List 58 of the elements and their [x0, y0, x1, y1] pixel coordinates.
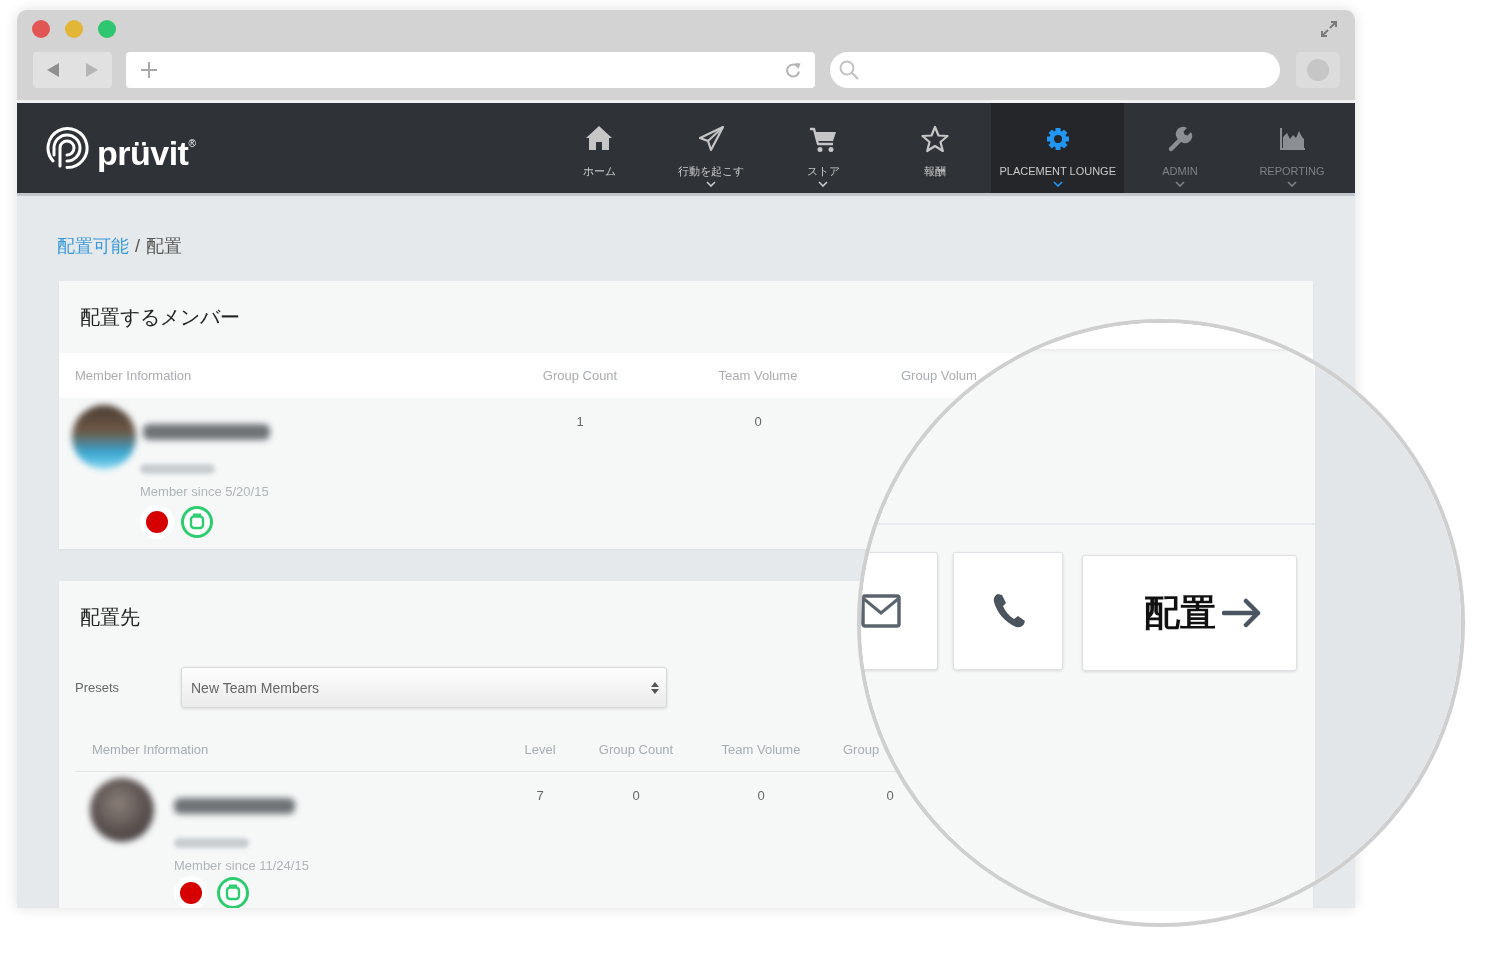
nav-item[interactable]: ストア: [767, 103, 880, 193]
column-header: Group Volum: [900, 368, 978, 383]
status-dot-icon: [140, 505, 174, 539]
column-header: Level: [523, 741, 557, 757]
column-header: Member Information: [74, 368, 193, 383]
window-close-icon[interactable]: [32, 20, 50, 38]
column-header: Team Volume: [717, 368, 799, 383]
member-since-text: Member since 11/24/15: [174, 858, 309, 874]
search-field[interactable]: [830, 52, 1280, 88]
nav-item[interactable]: 報酬: [879, 103, 992, 193]
fullscreen-icon[interactable]: [1320, 20, 1338, 38]
wrench-icon: [1166, 125, 1194, 153]
plus-icon[interactable]: [141, 62, 157, 78]
breadcrumb-current: 配置: [146, 236, 182, 256]
card-title: 配置するメンバー: [80, 305, 240, 330]
table-cell-text: 0: [631, 787, 641, 804]
presets-label: Presets: [75, 680, 121, 695]
place-button[interactable]: 配置: [1082, 555, 1297, 671]
area-chart-icon: [1278, 125, 1306, 153]
address-field[interactable]: [126, 52, 815, 88]
phone-button[interactable]: [953, 552, 1063, 670]
column-header: Team Volume: [720, 741, 802, 757]
back-icon[interactable]: [46, 63, 59, 77]
column-header: Group Count: [541, 368, 619, 383]
window-minimize-icon[interactable]: [65, 20, 83, 38]
column-header: Group Count: [597, 741, 675, 757]
home-icon: [585, 125, 614, 153]
column-header: Member Information: [91, 741, 210, 757]
arrow-right-icon: [1221, 597, 1262, 629]
table-cell-text: 0: [753, 413, 763, 430]
star-icon: [921, 125, 950, 153]
updown-arrows-icon: [651, 681, 659, 694]
nav-item[interactable]: PLACEMENT LOUNGE: [991, 103, 1124, 193]
ring-icon: [181, 506, 213, 538]
search-icon: [839, 60, 859, 80]
column-header: Group: [842, 741, 881, 757]
member-since-text: Member since 5/20/15: [140, 484, 269, 500]
window-zoom-icon[interactable]: [98, 20, 116, 38]
fingerprint-logo-icon: [45, 126, 89, 170]
table-cell-text: 7: [535, 787, 545, 804]
reload-icon[interactable]: [785, 62, 801, 78]
avatar-photo: [72, 405, 136, 469]
envelope-icon: [861, 593, 901, 629]
paper-plane-icon: [697, 125, 726, 153]
email-button[interactable]: [861, 552, 938, 670]
breadcrumb-separator: /: [135, 236, 140, 256]
avatar-photo: [90, 778, 154, 842]
cart-icon: [809, 125, 838, 153]
presets-select[interactable]: New Team Members: [181, 667, 667, 708]
table-cell-text: 1: [575, 413, 585, 430]
logo-text: prüvit$^{®}$: [97, 132, 196, 173]
forward-icon[interactable]: [86, 63, 99, 77]
table-cell-text: 0: [756, 787, 766, 804]
back-forward-control[interactable]: [33, 52, 112, 88]
nav-item[interactable]: ホーム: [543, 103, 656, 193]
table-cell-text: 0: [885, 787, 895, 804]
nav-item[interactable]: 行動を起こす: [655, 103, 768, 193]
card-title: 配置先: [80, 605, 140, 630]
